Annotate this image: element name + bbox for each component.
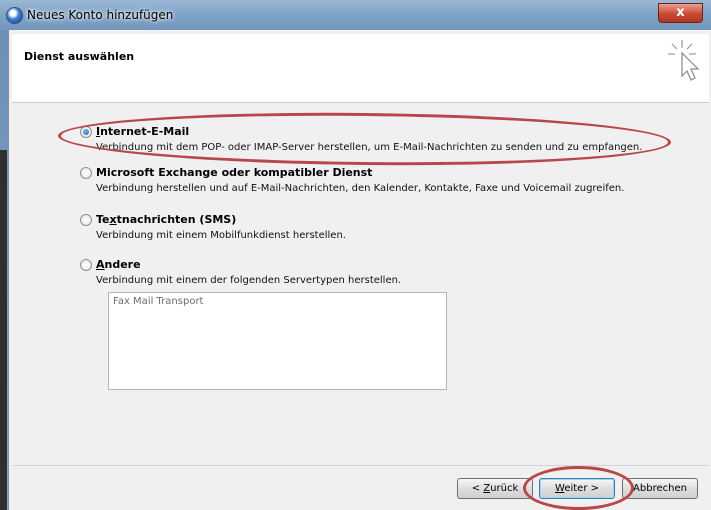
outlook-app-icon xyxy=(6,7,23,24)
option-label: Andere xyxy=(96,258,141,271)
option-description: Verbindung herstellen und auf E-Mail-Nac… xyxy=(96,183,625,194)
server-type-listbox[interactable]: Fax Mail Transport xyxy=(108,292,447,390)
option-label: Textnachrichten (SMS) xyxy=(96,213,237,226)
option-label: Internet-E-Mail xyxy=(96,125,190,138)
wizard-cursor-icon xyxy=(668,40,700,81)
option-description: Verbindung mit dem POP- oder IMAP-Server… xyxy=(96,142,643,153)
title-bar[interactable]: Neues Konto hinzufügen x xyxy=(0,0,711,31)
footer-divider xyxy=(12,465,709,466)
list-item[interactable]: Fax Mail Transport xyxy=(113,296,203,307)
radio-internet-email[interactable] xyxy=(80,126,92,138)
radio-exchange[interactable] xyxy=(80,167,92,179)
close-button[interactable]: x xyxy=(658,3,703,23)
radio-other[interactable] xyxy=(80,259,92,271)
option-description: Verbindung mit einem Mobilfunkdienst her… xyxy=(96,230,346,241)
page-title: Dienst auswählen xyxy=(24,50,135,63)
back-button[interactable]: < Zurück xyxy=(457,478,533,499)
window-title: Neues Konto hinzufügen xyxy=(27,8,174,22)
option-label: Microsoft Exchange oder kompatibler Dien… xyxy=(96,166,373,179)
background-window-edge xyxy=(0,150,7,510)
cancel-button[interactable]: Abbrechen xyxy=(622,478,698,499)
radio-sms[interactable] xyxy=(80,214,92,226)
option-description: Verbindung mit einem der folgenden Serve… xyxy=(96,275,402,286)
next-button[interactable]: Weiter > xyxy=(539,478,615,499)
wizard-header xyxy=(12,34,709,103)
